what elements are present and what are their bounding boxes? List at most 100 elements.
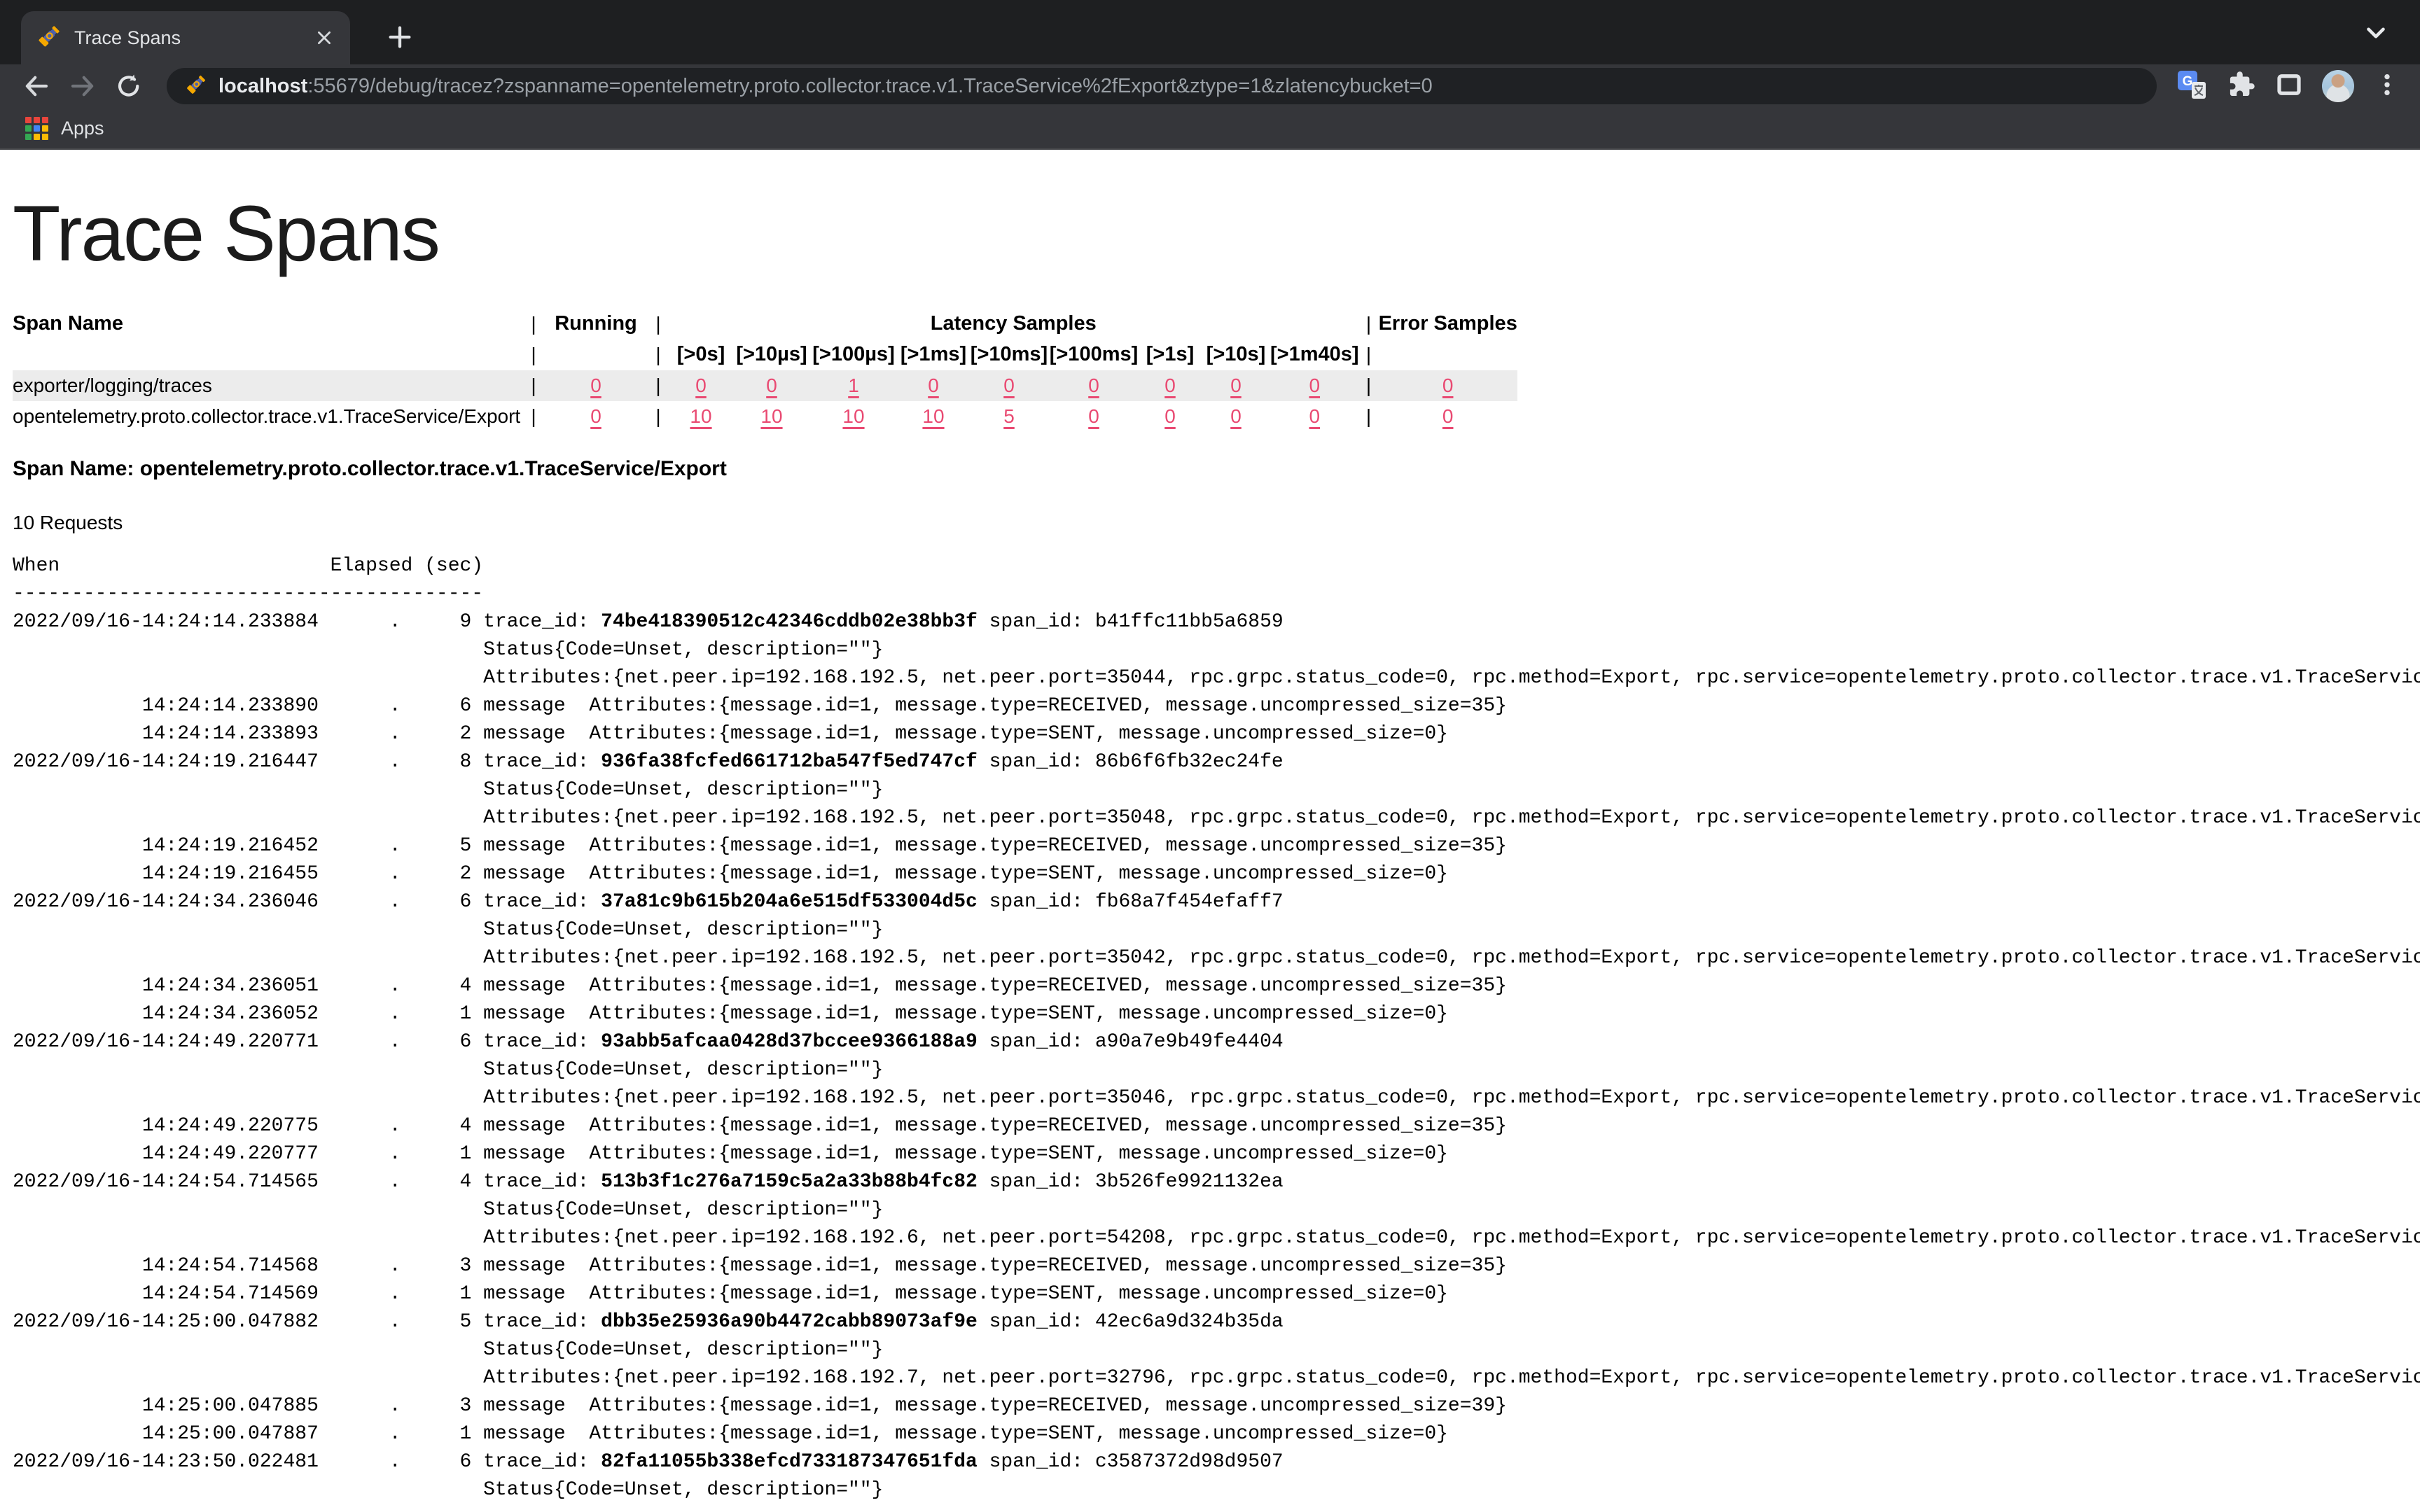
- tab-strip: Trace Spans: [0, 0, 2420, 64]
- new-tab-button[interactable]: [378, 15, 422, 59]
- latency-count-link[interactable]: 0: [1139, 370, 1202, 401]
- latency-count-link[interactable]: 0: [1309, 405, 1320, 427]
- latency-samples-header: Latency Samples: [668, 309, 1359, 340]
- side-panel-icon[interactable]: [2274, 70, 2304, 103]
- latency-count-link[interactable]: 0: [1164, 374, 1176, 396]
- latency-count-link[interactable]: 10: [690, 405, 711, 427]
- latency-count-link[interactable]: 10: [668, 401, 734, 432]
- column-separator: |: [648, 370, 668, 401]
- url-path: :55679/debug/tracez?zspanname=openteleme…: [307, 75, 1432, 97]
- latency-count-link[interactable]: 0: [928, 374, 939, 396]
- profile-avatar[interactable]: [2322, 70, 2354, 102]
- running-header: Running: [543, 309, 648, 340]
- bookmarks-bar: Apps: [0, 108, 2420, 150]
- error-count-link[interactable]: 0: [1442, 374, 1454, 396]
- latency-count-link[interactable]: 0: [668, 370, 734, 401]
- latency-count-link[interactable]: 0: [1202, 401, 1270, 432]
- column-separator: |: [1359, 309, 1379, 340]
- column-separator: |: [648, 401, 668, 432]
- latency-count-link[interactable]: 0: [734, 370, 809, 401]
- latency-count-link[interactable]: 0: [969, 370, 1049, 401]
- site-favicon-icon: [185, 74, 207, 99]
- latency-count-link[interactable]: 0: [1088, 405, 1099, 427]
- latency-bucket-header: [>100µs]: [809, 340, 898, 370]
- latency-count-link[interactable]: 10: [842, 405, 864, 427]
- request-count: 10 Requests: [13, 512, 2420, 534]
- page-title: Trace Spans: [13, 189, 2420, 279]
- browser-tab[interactable]: Trace Spans: [21, 11, 350, 64]
- trace-id-value: 936fa38fcfed661712ba547f5ed747cf: [601, 751, 978, 773]
- selected-span-name: Span Name: opentelemetry.proto.collector…: [13, 457, 2420, 481]
- url-bar[interactable]: localhost:55679/debug/tracez?zspanname=o…: [167, 68, 2157, 104]
- url-host: localhost: [218, 75, 307, 97]
- empty-cell: [13, 340, 524, 370]
- column-separator: |: [524, 370, 543, 401]
- error-count-link[interactable]: 0: [1379, 401, 1517, 432]
- latency-count-link[interactable]: 0: [898, 370, 969, 401]
- latency-count-link[interactable]: 0: [766, 374, 777, 396]
- latency-bucket-header: [>1s]: [1139, 340, 1202, 370]
- error-count-link[interactable]: 0: [1379, 370, 1517, 401]
- svg-text:G: G: [2183, 74, 2193, 89]
- latency-bucket-header: [>10s]: [1202, 340, 1270, 370]
- latency-bucket-header: [>10ms]: [969, 340, 1049, 370]
- column-separator: |: [1359, 370, 1379, 401]
- apps-grid-icon[interactable]: [25, 117, 48, 140]
- error-count-link[interactable]: 0: [1442, 405, 1454, 427]
- latency-count-link[interactable]: 10: [760, 405, 782, 427]
- tab-search-chevron-icon[interactable]: [2361, 18, 2391, 51]
- apps-bookmark[interactable]: Apps: [61, 118, 104, 139]
- latency-count-link[interactable]: 1: [848, 374, 859, 396]
- latency-count-link[interactable]: 10: [809, 401, 898, 432]
- empty-cell: [1379, 340, 1517, 370]
- latency-count-link[interactable]: 0: [1270, 370, 1359, 401]
- trace-id-value: dbb35e25936a90b4472cabb89073af9e: [601, 1311, 978, 1333]
- latency-bucket-header: [>1ms]: [898, 340, 969, 370]
- latency-bucket-header: [>1m40s]: [1270, 340, 1359, 370]
- latency-count-link[interactable]: 10: [922, 405, 944, 427]
- latency-count-link[interactable]: 5: [1003, 405, 1015, 427]
- latency-count-link[interactable]: 10: [734, 401, 809, 432]
- latency-count-link[interactable]: 5: [969, 401, 1049, 432]
- reload-button[interactable]: [111, 68, 147, 104]
- browser-toolbar: localhost:55679/debug/tracez?zspanname=o…: [0, 64, 2420, 108]
- span-name-header: Span Name: [13, 309, 524, 340]
- extensions-puzzle-icon[interactable]: [2225, 69, 2256, 104]
- latency-count-link[interactable]: 0: [1202, 370, 1270, 401]
- tab-close-icon[interactable]: [314, 27, 335, 48]
- latency-count-link[interactable]: 0: [1088, 374, 1099, 396]
- latency-count-link[interactable]: 0: [1230, 374, 1242, 396]
- span-name-cell: exporter/logging/traces: [13, 370, 524, 401]
- latency-count-link[interactable]: 0: [1003, 374, 1015, 396]
- latency-count-link[interactable]: 0: [1049, 401, 1139, 432]
- running-count-link[interactable]: 0: [590, 405, 601, 427]
- latency-bucket-header: [>10µs]: [734, 340, 809, 370]
- latency-count-link[interactable]: 0: [695, 374, 707, 396]
- column-separator: |: [1359, 401, 1379, 432]
- column-separator: |: [648, 340, 668, 370]
- running-count-link[interactable]: 0: [543, 401, 648, 432]
- latency-count-link[interactable]: 0: [1049, 370, 1139, 401]
- trace-id-value: 74be418390512c42346cddb02e38bb3f: [601, 611, 978, 633]
- column-separator: |: [524, 401, 543, 432]
- empty-cell: [543, 340, 648, 370]
- tracez-page: Trace Spans Span Name|Running|Latency Sa…: [0, 189, 2420, 1504]
- back-button[interactable]: [18, 68, 55, 104]
- running-count-link[interactable]: 0: [543, 370, 648, 401]
- latency-count-link[interactable]: 0: [1309, 374, 1320, 396]
- latency-count-link[interactable]: 0: [1270, 401, 1359, 432]
- otel-favicon-icon: [36, 24, 62, 52]
- latency-count-link[interactable]: 1: [809, 370, 898, 401]
- column-separator: |: [1359, 340, 1379, 370]
- latency-count-link[interactable]: 0: [1230, 405, 1242, 427]
- translate-icon[interactable]: G: [2176, 69, 2207, 104]
- menu-dots-icon[interactable]: [2372, 70, 2402, 103]
- running-count-link[interactable]: 0: [590, 374, 601, 396]
- latency-count-link[interactable]: 0: [1164, 405, 1176, 427]
- latency-count-link[interactable]: 10: [898, 401, 969, 432]
- span-summary-table: Span Name|Running|Latency Samples|Error …: [13, 309, 1517, 432]
- latency-count-link[interactable]: 0: [1139, 401, 1202, 432]
- trace-requests-log: When Elapsed (sec) ---------------------…: [13, 552, 2420, 1504]
- trace-id-value: 37a81c9b615b204a6e515df533004d5c: [601, 891, 978, 913]
- forward-button[interactable]: [64, 68, 101, 104]
